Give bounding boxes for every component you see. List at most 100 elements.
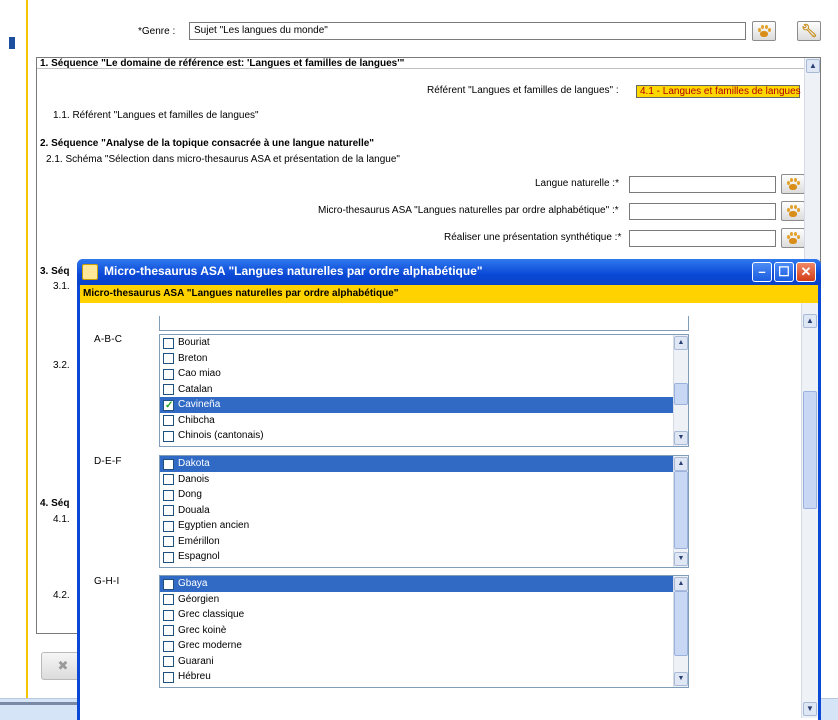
langue-input[interactable] [629,176,776,193]
genre-label: *Genre : [138,26,176,37]
dialog-scrollbar[interactable]: ▲ ▼ [801,303,818,718]
language-label: Breton [178,352,208,364]
language-list-item[interactable]: Breton [160,351,688,367]
micro-thesaurus-label: Micro-thesaurus ASA "Langues naturelles … [318,205,619,216]
referent-value-badge[interactable]: 4.1 - Langues et familles de langues [636,85,801,98]
language-checkbox[interactable] [163,640,174,652]
language-checkbox[interactable] [163,458,174,470]
dialog-title-bar[interactable]: Micro-thesaurus ASA "Langues naturelles … [77,259,821,285]
presentation-label: Réaliser une présentation synthétique :* [444,232,622,243]
scroll-thumb[interactable] [674,471,688,549]
list-d-e-f[interactable]: Dakota Danois Dong Douala Egyptien ancien Emé… [159,455,689,568]
list-a-b-c[interactable]: Bouriat Breton Cao miao Catalan Cavineña Chib… [159,334,689,447]
language-list-item[interactable]: Dong [160,487,688,503]
language-checkbox[interactable] [163,368,174,380]
langue-label: Langue naturelle :* [535,178,619,189]
minimize-button[interactable]: – [752,262,772,282]
section-2-1: 2.1. Schéma "Sélection dans micro-thesau… [46,154,400,165]
close-button[interactable]: ✕ [796,262,816,282]
language-checkbox[interactable] [163,353,174,364]
language-label: Egyptien ancien [178,520,250,531]
micro-thesaurus-lookup-button[interactable] [781,201,805,221]
scroll-down-icon[interactable]: ▼ [674,431,688,445]
language-checkbox[interactable] [163,430,174,442]
dialog-header: Micro-thesaurus ASA "Langues naturelles … [80,285,818,303]
language-checkbox[interactable] [163,474,174,485]
list-items: Bouriat Breton Cao miao Catalan Cavineña Chib… [160,335,688,444]
language-label: Cavineña [178,399,221,410]
scroll-down-icon[interactable]: ▼ [803,702,817,716]
genre-field[interactable]: Sujet "Les langues du monde" [189,22,746,40]
maximize-button[interactable]: ☐ [774,262,794,282]
language-list-item[interactable]: Catalan [160,382,688,398]
language-checkbox[interactable] [163,398,174,413]
language-label: Hébreu [178,671,211,682]
micro-thesaurus-input[interactable] [629,203,776,220]
language-list-item[interactable]: Grec moderne [160,638,688,654]
language-checkbox[interactable] [163,536,174,547]
scroll-down-icon[interactable]: ▼ [674,672,688,686]
scroll-up-icon[interactable]: ▲ [674,336,688,350]
language-list-item[interactable]: Bouriat [160,335,688,351]
edit-button[interactable]: 🔧︎ [797,21,821,41]
dialog-title: Micro-thesaurus ASA "Langues naturelles … [104,264,483,278]
section-3-1: 3.1. [53,281,70,292]
language-checkbox[interactable] [163,578,174,590]
list-scrollbar[interactable]: ▲ ▼ [673,576,688,687]
language-checkbox[interactable] [163,520,174,532]
filter-input[interactable] [159,316,689,331]
language-checkbox[interactable] [163,671,174,683]
scroll-up-icon[interactable]: ▲ [674,457,688,471]
language-list-item[interactable]: Grec koinè [160,623,688,639]
language-checkbox[interactable] [163,415,174,426]
list-scrollbar[interactable]: ▲ ▼ [673,335,688,446]
language-list-item[interactable]: Géorgien [160,592,688,608]
language-list-item[interactable]: Chibcha [160,413,688,429]
close-icon: ✕ [800,264,812,279]
language-list-item[interactable]: Egyptien ancien [160,518,688,534]
referent-label: Référent "Langues et familles de langues… [427,85,619,96]
language-checkbox[interactable] [163,594,174,605]
language-checkbox[interactable] [163,337,174,349]
language-list-item[interactable]: Gbaya [160,576,688,592]
language-list-item[interactable]: Chinois (cantonais) [160,428,688,444]
scroll-down-icon[interactable]: ▼ [674,552,688,566]
langue-lookup-button[interactable] [781,174,805,194]
language-list-item[interactable]: Espagnol [160,549,688,565]
genre-lookup-button[interactable] [752,21,776,41]
presentation-input[interactable] [629,230,776,247]
language-list-item[interactable]: Guarani [160,654,688,670]
presentation-lookup-button[interactable] [781,228,805,248]
language-checkbox[interactable] [163,384,174,395]
language-label: Grec moderne [178,640,242,651]
language-list-item[interactable]: Douala [160,503,688,519]
language-checkbox[interactable] [163,551,174,563]
language-label: Grec koinè [178,624,227,636]
language-list-item[interactable]: Dakota [160,456,688,472]
list-scrollbar[interactable]: ▲ ▼ [673,456,688,567]
language-label: Dong [178,489,202,500]
scroll-thumb[interactable] [803,391,817,509]
scroll-up-icon[interactable]: ▲ [803,314,817,328]
language-list-item[interactable]: Cavineña [160,397,688,413]
language-label: Dakota [178,458,210,469]
language-checkbox[interactable] [163,656,174,667]
language-list-item[interactable]: Emérillon [160,534,688,550]
language-checkbox[interactable] [163,505,174,516]
scroll-up-icon[interactable]: ▲ [674,577,688,591]
scroll-thumb[interactable] [674,591,688,656]
scroll-thumb[interactable] [674,383,688,405]
list-g-h-i[interactable]: Gbaya Géorgien Grec classique Grec koinè Gre… [159,575,689,688]
language-list-item[interactable]: Hébreu [160,669,688,685]
language-list-item[interactable]: Cao miao [160,366,688,382]
language-list-item[interactable]: Grec classique [160,607,688,623]
language-checkbox[interactable] [163,609,174,621]
section-2-title: 2. Séquence "Analyse de la topique consa… [40,138,375,149]
scroll-up-icon[interactable]: ▲ [806,59,820,73]
language-checkbox[interactable] [163,489,174,501]
language-label: Gbaya [178,578,208,589]
language-list-item[interactable]: Danois [160,472,688,488]
language-label: Chibcha [178,414,215,426]
language-label: Grec classique [178,609,245,620]
language-checkbox[interactable] [163,625,174,636]
